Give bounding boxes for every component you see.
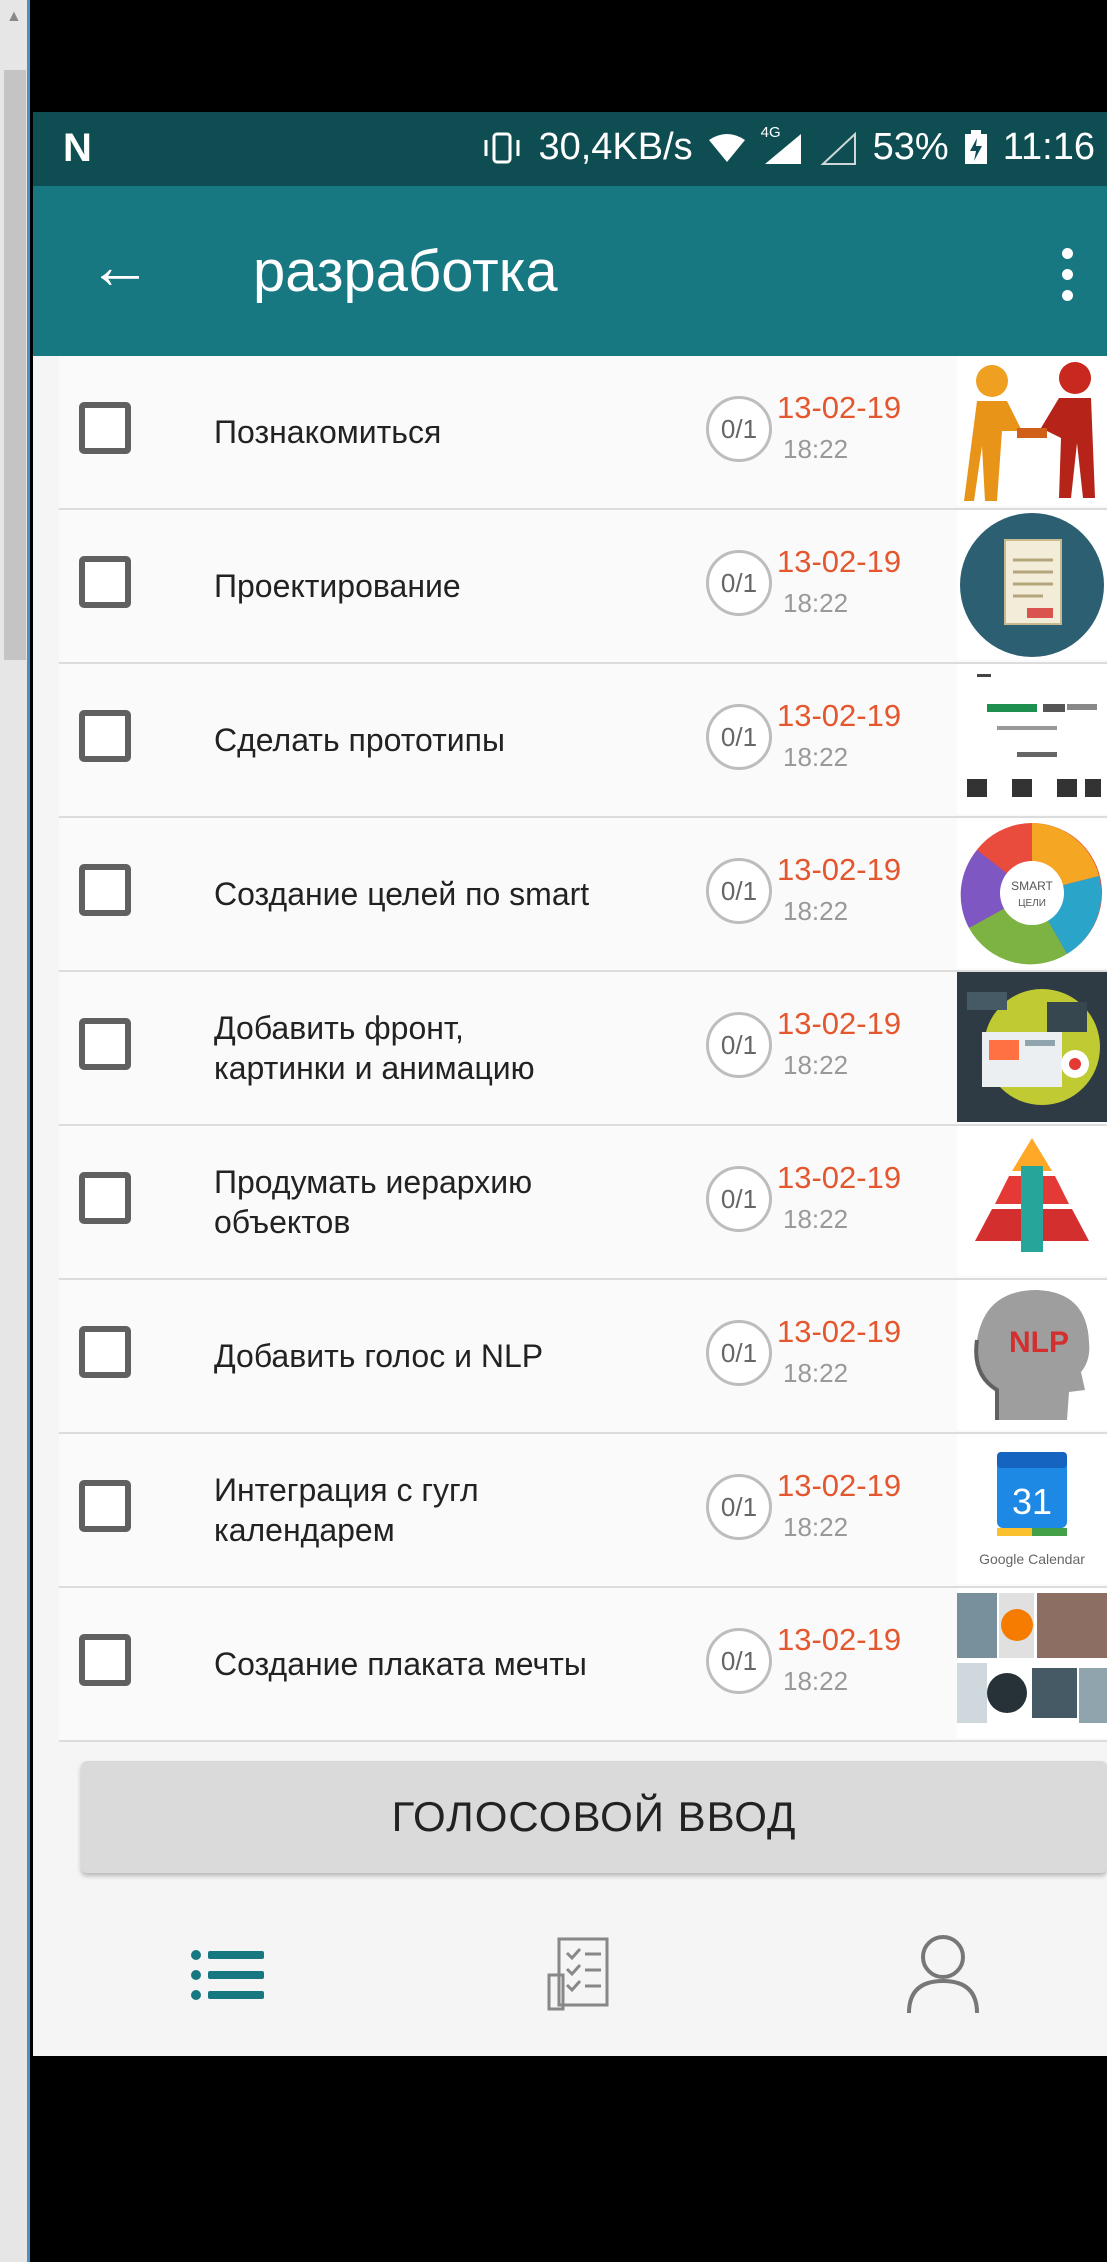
task-checkbox[interactable] bbox=[79, 1480, 131, 1532]
task-date: 13-02-19 bbox=[777, 1468, 902, 1503]
progress-indicator: 0/1 bbox=[706, 1012, 772, 1078]
task-title: Интеграция с гугл календарем bbox=[214, 1472, 479, 1548]
overflow-menu-icon[interactable] bbox=[1047, 234, 1087, 314]
clock: 11:16 bbox=[1002, 126, 1095, 168]
task-checkbox[interactable] bbox=[79, 1018, 131, 1070]
nav-list-icon[interactable] bbox=[178, 1925, 278, 2025]
task-time: 18:22 bbox=[783, 1512, 849, 1542]
task-thumbnail[interactable] bbox=[957, 1126, 1107, 1276]
task-row[interactable]: Проектирование 0/1 13-02-19 18:22 bbox=[59, 510, 1107, 664]
task-row[interactable]: Интеграция с гугл календарем 0/1 13-02-1… bbox=[59, 1434, 1107, 1588]
task-checkbox[interactable] bbox=[79, 864, 131, 916]
task-date: 13-02-19 bbox=[777, 698, 902, 733]
task-title: Создание целей по smart bbox=[214, 876, 590, 912]
task-row[interactable]: Сделать прототипы 0/1 13-02-19 18:22 bbox=[59, 664, 1107, 818]
task-row[interactable]: Познакомиться 0/1 13-02-19 18:22 bbox=[59, 356, 1107, 510]
progress-indicator: 0/1 bbox=[706, 704, 772, 770]
network-speed: 30,4KB/s bbox=[538, 126, 693, 168]
task-row[interactable]: Создание плаката мечты 0/1 13-02-19 18:2… bbox=[59, 1588, 1107, 1742]
task-title: Сделать прототипы bbox=[214, 722, 505, 758]
vibrate-icon bbox=[480, 131, 524, 165]
nav-profile-icon[interactable] bbox=[893, 1925, 993, 2025]
task-thumbnail[interactable]: SMART ЦЕЛИ bbox=[957, 818, 1107, 968]
progress-indicator: 0/1 bbox=[706, 396, 772, 462]
task-row[interactable]: Добавить голос и NLP 0/1 13-02-19 18:22 … bbox=[59, 1280, 1107, 1434]
svg-text:NLP: NLP bbox=[1009, 1326, 1069, 1359]
task-checkbox[interactable] bbox=[79, 556, 131, 608]
nav-checklist-icon[interactable] bbox=[530, 1925, 630, 2025]
progress-indicator: 0/1 bbox=[706, 1474, 772, 1540]
wifi-icon bbox=[707, 132, 747, 164]
status-bar: N 30,4KB/s 4G 53% 11:16 bbox=[33, 112, 1107, 186]
task-date: 13-02-19 bbox=[777, 1160, 902, 1195]
task-title: Продумать иерархию объектов bbox=[214, 1164, 533, 1240]
task-checkbox[interactable] bbox=[79, 1172, 131, 1224]
phone-screen: N 30,4KB/s 4G 53% 11:16 ← разработка Поз… bbox=[33, 0, 1107, 2262]
task-title: Добавить фронт, картинки и анимацию bbox=[214, 1010, 535, 1086]
editor-scrollbar[interactable]: ▲ bbox=[0, 0, 30, 2262]
svg-text:Google Calendar: Google Calendar bbox=[979, 1551, 1085, 1567]
task-date: 13-02-19 bbox=[777, 1006, 902, 1041]
task-thumbnail[interactable] bbox=[957, 510, 1107, 660]
task-checkbox[interactable] bbox=[79, 1634, 131, 1686]
task-list: Познакомиться 0/1 13-02-19 18:22 Проекти… bbox=[59, 356, 1107, 1742]
task-date: 13-02-19 bbox=[777, 1622, 902, 1657]
bottom-navigation bbox=[33, 1890, 1107, 2056]
task-time: 18:22 bbox=[783, 588, 849, 618]
task-time: 18:22 bbox=[783, 434, 849, 464]
scroll-up-icon[interactable]: ▲ bbox=[6, 8, 22, 26]
task-thumbnail[interactable] bbox=[957, 664, 1107, 814]
task-date: 13-02-19 bbox=[777, 390, 902, 425]
progress-indicator: 0/1 bbox=[706, 1320, 772, 1386]
progress-indicator: 0/1 bbox=[706, 550, 772, 616]
back-arrow-icon[interactable]: ← bbox=[88, 226, 152, 306]
task-checkbox[interactable] bbox=[79, 1326, 131, 1378]
svg-text:31: 31 bbox=[1012, 1481, 1052, 1522]
task-checkbox[interactable] bbox=[79, 402, 131, 454]
page-title: разработка bbox=[253, 239, 558, 304]
task-title: Создание плаката мечты bbox=[214, 1646, 587, 1682]
task-title: Добавить голос и NLP bbox=[214, 1338, 544, 1374]
voice-input-button[interactable]: ГОЛОСОВОЙ ВВОД bbox=[81, 1761, 1107, 1873]
progress-indicator: 0/1 bbox=[706, 1628, 772, 1694]
task-time: 18:22 bbox=[783, 742, 849, 772]
task-thumbnail[interactable] bbox=[957, 1588, 1107, 1738]
battery-charging-icon bbox=[963, 129, 989, 166]
task-time: 18:22 bbox=[783, 896, 849, 926]
task-time: 18:22 bbox=[783, 1666, 849, 1696]
task-checkbox[interactable] bbox=[79, 710, 131, 762]
task-thumbnail[interactable] bbox=[957, 972, 1107, 1122]
signal-empty-icon bbox=[819, 130, 859, 166]
task-thumbnail[interactable] bbox=[957, 356, 1107, 506]
task-thumbnail[interactable]: 31 Google Calendar bbox=[957, 1434, 1107, 1584]
task-row[interactable]: Создание целей по smart 0/1 13-02-19 18:… bbox=[59, 818, 1107, 972]
task-date: 13-02-19 bbox=[777, 1314, 902, 1349]
task-title: Познакомиться bbox=[214, 414, 442, 450]
task-thumbnail[interactable]: NLP bbox=[957, 1280, 1107, 1430]
task-row[interactable]: Добавить фронт, картинки и анимацию 0/1 … bbox=[59, 972, 1107, 1126]
app-toolbar: ← разработка bbox=[33, 186, 1107, 356]
scrollbar-thumb[interactable] bbox=[4, 70, 26, 660]
task-row[interactable]: Продумать иерархию объектов 0/1 13-02-19… bbox=[59, 1126, 1107, 1280]
task-time: 18:22 bbox=[783, 1050, 849, 1080]
progress-indicator: 0/1 bbox=[706, 858, 772, 924]
task-time: 18:22 bbox=[783, 1358, 849, 1388]
task-title: Проектирование bbox=[214, 568, 461, 604]
task-date: 13-02-19 bbox=[777, 852, 902, 887]
svg-text:ЦЕЛИ: ЦЕЛИ bbox=[1018, 898, 1046, 909]
battery-level: 53% bbox=[872, 126, 949, 168]
signal-4g-icon: 4G bbox=[761, 124, 805, 166]
notification-logo: N bbox=[63, 126, 92, 170]
svg-text:SMART: SMART bbox=[1011, 879, 1053, 893]
task-date: 13-02-19 bbox=[777, 544, 902, 579]
progress-indicator: 0/1 bbox=[706, 1166, 772, 1232]
task-time: 18:22 bbox=[783, 1204, 849, 1234]
